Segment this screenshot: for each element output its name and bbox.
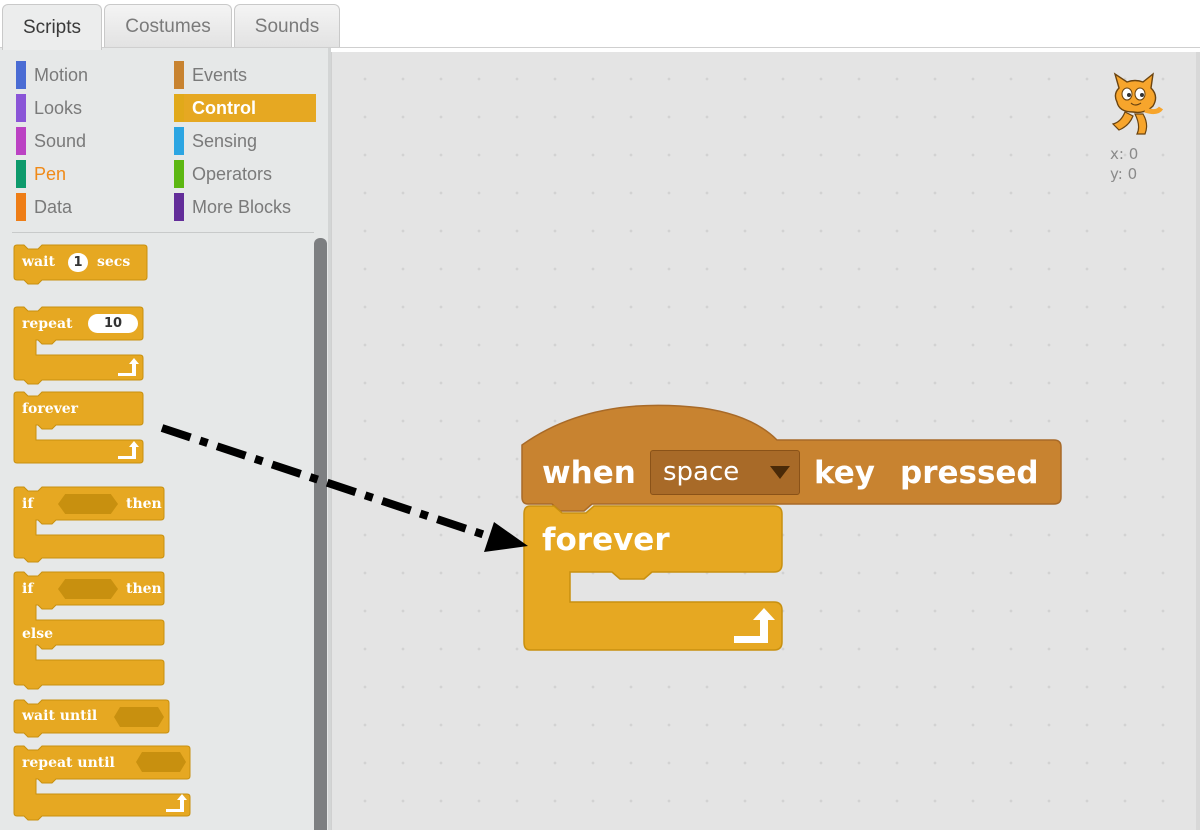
x-label: x: — [1110, 145, 1124, 163]
category-label: Operators — [192, 163, 273, 184]
category-label: More Blocks — [192, 196, 292, 217]
forever-label: forever — [542, 522, 670, 558]
tab-costumes[interactable]: Costumes — [104, 4, 232, 48]
category-label: Data — [34, 196, 73, 217]
category-swatch — [16, 94, 26, 122]
category-label: Control — [192, 97, 256, 118]
key-dropdown-value: space — [663, 457, 740, 487]
block-label: wait — [22, 254, 55, 270]
category-data[interactable]: Data — [16, 193, 166, 221]
category-more-blocks[interactable]: More Blocks — [174, 193, 316, 221]
category-label: Events — [192, 64, 248, 85]
condition-slot[interactable] — [58, 494, 118, 514]
category-swatch — [174, 61, 184, 89]
sprite-x-coord: x: 0 — [1110, 145, 1138, 163]
category-label: Sound — [34, 130, 87, 151]
if-then-else-block[interactable]: if then else — [13, 571, 166, 690]
x-value: 0 — [1128, 145, 1139, 163]
pressed-label: pressed — [900, 455, 1039, 491]
seconds-input[interactable]: 1 — [68, 253, 88, 272]
y-value: 0 — [1127, 165, 1138, 183]
forever-script-block[interactable]: forever — [523, 505, 786, 654]
category-swatch — [174, 94, 184, 122]
key-label: key — [814, 455, 876, 491]
wait-secs-block[interactable]: wait 1 secs — [13, 244, 148, 285]
forever-block[interactable]: forever — [13, 391, 144, 466]
palette-scrollbar[interactable] — [314, 238, 327, 830]
when-label: when — [542, 455, 636, 491]
category-events[interactable]: Events — [174, 61, 316, 89]
editor-tabs: Scripts Costumes Sounds — [0, 0, 1200, 50]
category-swatch — [174, 127, 184, 155]
block-label: wait until — [22, 708, 98, 724]
else-label: else — [22, 626, 54, 642]
block-label: repeat until — [22, 755, 115, 771]
wait-until-block[interactable]: wait until — [13, 699, 172, 738]
category-sensing[interactable]: Sensing — [174, 127, 316, 155]
category-label: Motion — [34, 64, 89, 85]
category-swatch — [174, 193, 184, 221]
repeat-block[interactable]: repeat 10 — [13, 306, 144, 385]
block-suffix: secs — [97, 254, 131, 270]
condition-slot[interactable] — [114, 707, 164, 727]
key-dropdown[interactable]: space — [650, 450, 800, 495]
category-label: Pen — [34, 163, 67, 184]
category-swatch — [16, 160, 26, 188]
dropdown-arrow-icon — [770, 466, 790, 479]
block-label: forever — [22, 401, 79, 417]
repeat-until-block[interactable]: repeat until — [13, 745, 194, 822]
category-sound[interactable]: Sound — [16, 127, 166, 155]
condition-slot[interactable] — [58, 579, 118, 599]
repeat-count-input[interactable]: 10 — [88, 314, 138, 333]
category-pen[interactable]: Pen — [16, 160, 166, 188]
sprite-cat-icon — [1105, 70, 1165, 140]
if-then-block[interactable]: if then — [13, 486, 166, 563]
category-control[interactable]: Control — [174, 94, 316, 122]
category-swatch — [16, 193, 26, 221]
script-area-edge — [1196, 52, 1200, 830]
sprite-y-coord: y: 0 — [1110, 165, 1137, 183]
category-swatch — [174, 160, 184, 188]
tab-sounds[interactable]: Sounds — [234, 4, 340, 48]
category-label: Looks — [34, 97, 83, 118]
category-motion[interactable]: Motion — [16, 61, 166, 89]
category-swatch — [16, 127, 26, 155]
category-swatch — [16, 61, 26, 89]
category-label: Sensing — [192, 130, 258, 151]
block-suffix: then — [126, 581, 162, 597]
y-label: y: — [1110, 165, 1123, 183]
tab-scripts[interactable]: Scripts — [2, 4, 102, 50]
condition-slot[interactable] — [136, 752, 186, 772]
block-label: repeat — [22, 316, 73, 332]
block-suffix: then — [126, 496, 162, 512]
block-label: if — [22, 581, 34, 597]
category-operators[interactable]: Operators — [174, 160, 316, 188]
block-label: if — [22, 496, 34, 512]
category-looks[interactable]: Looks — [16, 94, 166, 122]
category-divider — [12, 232, 314, 233]
